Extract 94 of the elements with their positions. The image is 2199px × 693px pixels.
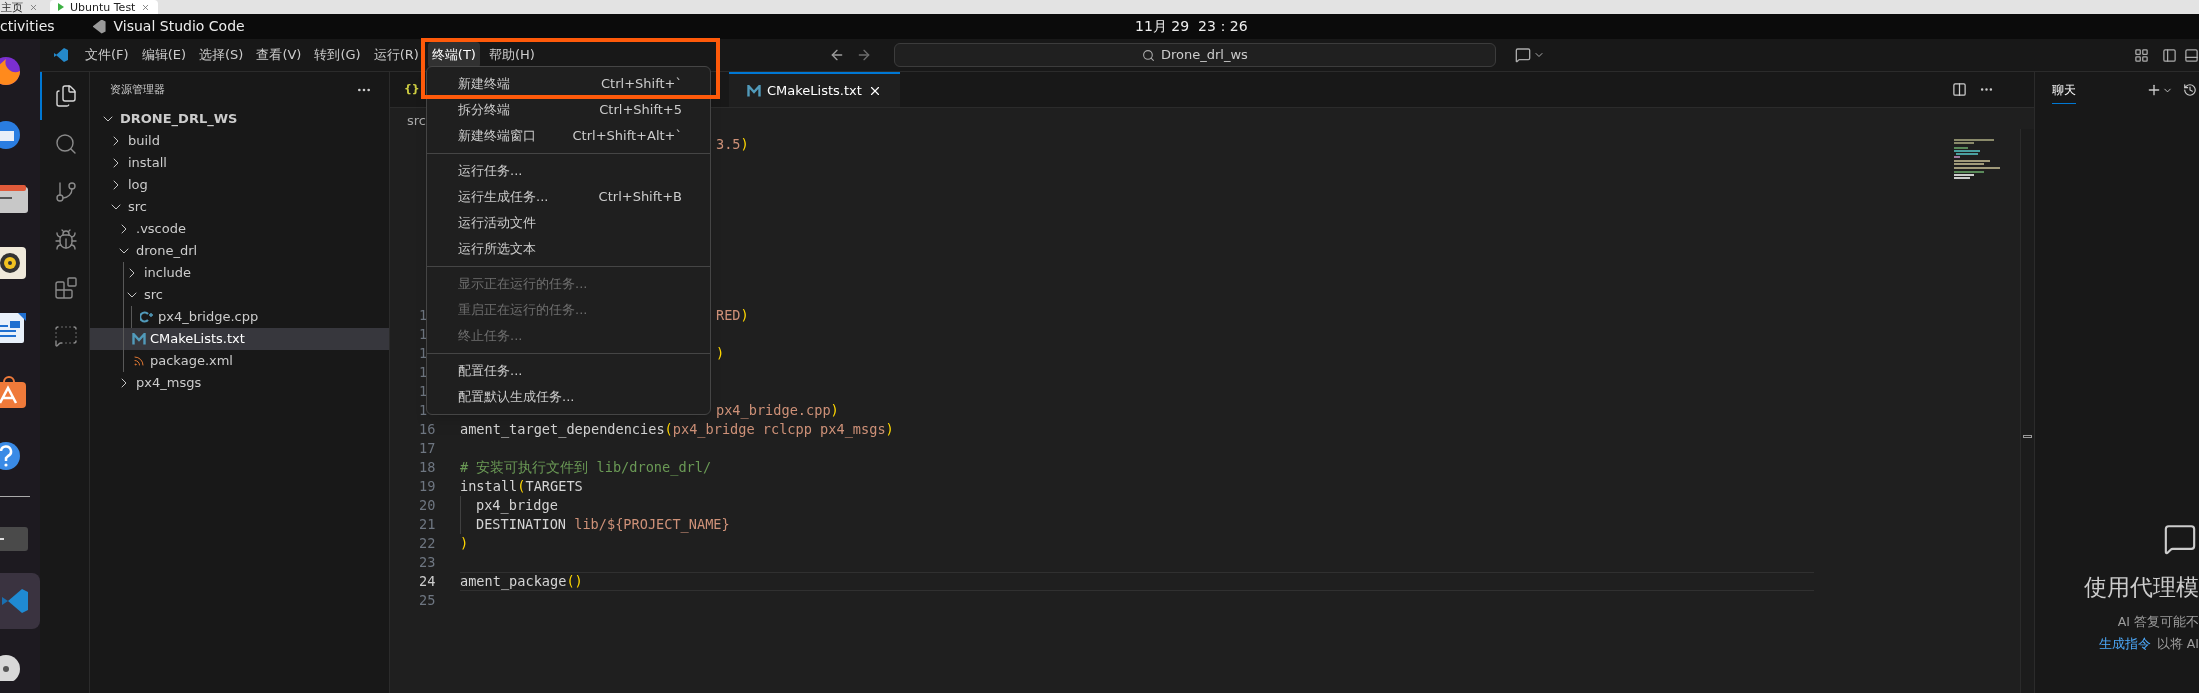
breadcrumb[interactable]: src [407,110,426,131]
code-text: ament_package() [460,572,583,592]
line-number: 1 [419,307,428,324]
tree-item[interactable]: src [90,284,389,306]
code-text: ) [460,534,469,554]
code-text: px4_bridge [475,496,558,516]
line-number: 22 [419,535,436,552]
line-number: 16 [419,421,436,438]
line-number: 1 [419,383,428,400]
menu-entry[interactable]: 新建终端窗口 Ctrl+Shift+Alt+` [427,123,710,149]
tree-item[interactable]: src [90,196,389,218]
line-number: 1 [419,364,428,381]
menu-entry[interactable]: 配置默认生成任务... [427,384,710,410]
code-editor-icon [53,47,69,63]
tree-item[interactable]: install [90,152,389,174]
search-icon[interactable] [54,132,78,156]
split-editor-icon[interactable] [1952,82,1967,97]
menu-item[interactable]: 终端(T) [427,42,480,68]
menu-entry[interactable]: 运行任务... [427,158,710,184]
line-number: 1 [419,326,428,343]
line-number: 25 [419,592,436,609]
scroll-marker [2023,435,2032,438]
tab-label: 主页 [1,1,23,13]
menu-item[interactable]: 运行(R) [369,42,423,68]
menu-entry[interactable]: 运行活动文件 [427,210,710,236]
menu-item[interactable]: 转到(G) [310,42,365,68]
chat-note: AI 答复可能不 [2117,612,2199,631]
menu-entry[interactable]: 运行所选文本 [427,236,710,262]
tree-item[interactable]: DRONE_DRL_WS [90,108,389,130]
activities-button[interactable]: ctivities [0,16,55,37]
editor-tab[interactable]: {} [390,72,426,107]
chat-note: 以将 AI [2156,635,2199,654]
tree-item[interactable]: px4_bridge.cpp [90,306,389,328]
tree-item[interactable]: package.xml [90,350,389,372]
tree-item[interactable]: drone_drl [90,240,389,262]
tree-item[interactable]: build [90,130,389,152]
layout-icon[interactable] [2134,47,2149,63]
code-text: 3.5) [716,135,749,155]
cmake-file-icon [747,84,761,97]
browser-tab[interactable]: Ubuntu Test [50,0,159,14]
command-center-search[interactable]: Drone_drl_ws [893,43,1496,67]
folder-icon[interactable] [0,183,30,216]
app-name[interactable]: Visual Studio Code [113,16,245,37]
tab-label: Ubuntu Test [70,1,136,13]
tree-item[interactable]: CMakeLists.txt [90,328,389,350]
line-number: 18 [419,459,436,476]
chat-tab[interactable]: 聊天 [2052,76,2076,104]
editor-tab[interactable]: CMakeLists.txt [729,72,900,107]
minimap-drawing [1954,139,2000,179]
code-text: px4_bridge.cpp) [716,401,839,421]
line-number: 20 [419,497,436,514]
line-number: 19 [419,478,436,495]
line-number: 17 [419,440,436,457]
menu-entry[interactable]: 配置任务... [427,358,710,384]
extensions-icon[interactable] [54,276,78,300]
generate-link[interactable]: 生成指令 [2098,635,2151,654]
cpp-file-icon [140,311,154,323]
sidebar-toggle-icon[interactable] [2162,47,2177,63]
menu-entry[interactable]: 运行生成任务... Ctrl+Shift+B [427,184,710,210]
line-number: 1 [419,345,428,362]
sidebar-title: 资源管理器 [110,81,165,98]
code-text: ) [716,344,725,364]
code-text: # 安装可执行文件到 lib/drone_drl/ [460,458,712,478]
branch-icon[interactable] [54,180,78,204]
line-number: 21 [419,516,436,533]
panel-toggle-icon[interactable] [2184,47,2199,63]
clock[interactable]: 11月 29 23：26 [1135,16,1248,37]
cmake-file-icon [132,333,146,345]
tree-item[interactable]: .vscode [90,218,389,240]
code-text: install(TARGETS [460,477,583,497]
menu-item[interactable]: 选择(S) [195,42,248,68]
menu-item[interactable]: 编辑(E) [137,42,190,68]
code-text: ament_target_dependencies(px4_bridge rclcpp px4_msgs) [460,420,894,440]
menu-entry[interactable]: 拆分终端 Ctrl+Shift+5 [427,97,710,123]
tree-item[interactable]: log [90,174,389,196]
history-icon[interactable] [2183,83,2197,97]
files-icon[interactable] [54,84,78,108]
search-icon [1141,48,1155,62]
chat-icon[interactable] [54,324,78,348]
tree-item[interactable]: px4_msgs [90,372,389,394]
run-debug-icon[interactable] [54,228,78,252]
menu-item[interactable]: 文件(F) [81,42,133,68]
chat-title: 使用代理模 [2084,573,2199,602]
chat-icon[interactable] [1514,47,1531,63]
line-number: 23 [419,554,436,571]
tree-item[interactable]: include [90,262,389,284]
menu-item[interactable]: 查看(V) [252,42,306,68]
app-icon [92,19,106,34]
plus-icon[interactable] [2146,82,2162,98]
feed-icon [132,355,146,367]
code-text: DESTINATION lib/${PROJECT_NAME} [475,515,730,535]
line-number: 1 [419,402,428,419]
line-number: 24 [419,573,436,590]
code-text: RED) [716,306,749,326]
